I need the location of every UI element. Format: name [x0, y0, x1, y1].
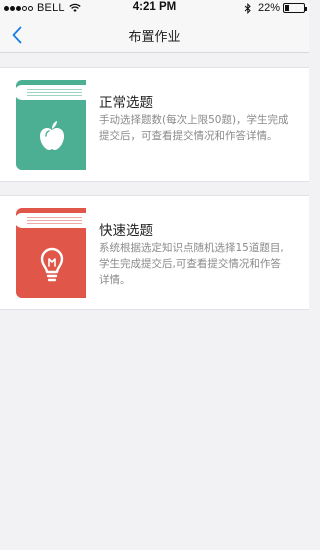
option-description: 系统根据选定知识点随机选择15道题目,学生完成提交后,可查看提交情况和作答详情。: [99, 242, 284, 286]
option-title: 正常选题: [99, 95, 153, 111]
battery-fill: [285, 5, 289, 11]
option-quick-selection[interactable]: 快速选题 系统根据选定知识点随机选择15道题目,学生完成提交后,可查看提交情况和…: [0, 195, 309, 310]
nav-bar: 布置作业: [0, 17, 309, 53]
option-description: 手动选择题数(每次上限50题)，学生完成提交后，可查看提交情况和作答详情。: [99, 114, 289, 142]
option-title: 快速选题: [99, 223, 153, 239]
page-title: 布置作业: [128, 30, 181, 45]
red-book-icon: [16, 208, 86, 298]
green-book-icon: [16, 80, 86, 170]
battery-percent: 22%: [257, 2, 280, 14]
bluetooth-icon: [244, 2, 251, 14]
battery-icon: [283, 3, 307, 13]
option-normal-selection[interactable]: 正常选题 手动选择题数(每次上限50题)，学生完成提交后，可查看提交情况和作答详…: [0, 67, 309, 182]
status-bar: BELL 4:21 PM 22%: [0, 0, 309, 17]
status-right: 22%: [244, 2, 307, 14]
